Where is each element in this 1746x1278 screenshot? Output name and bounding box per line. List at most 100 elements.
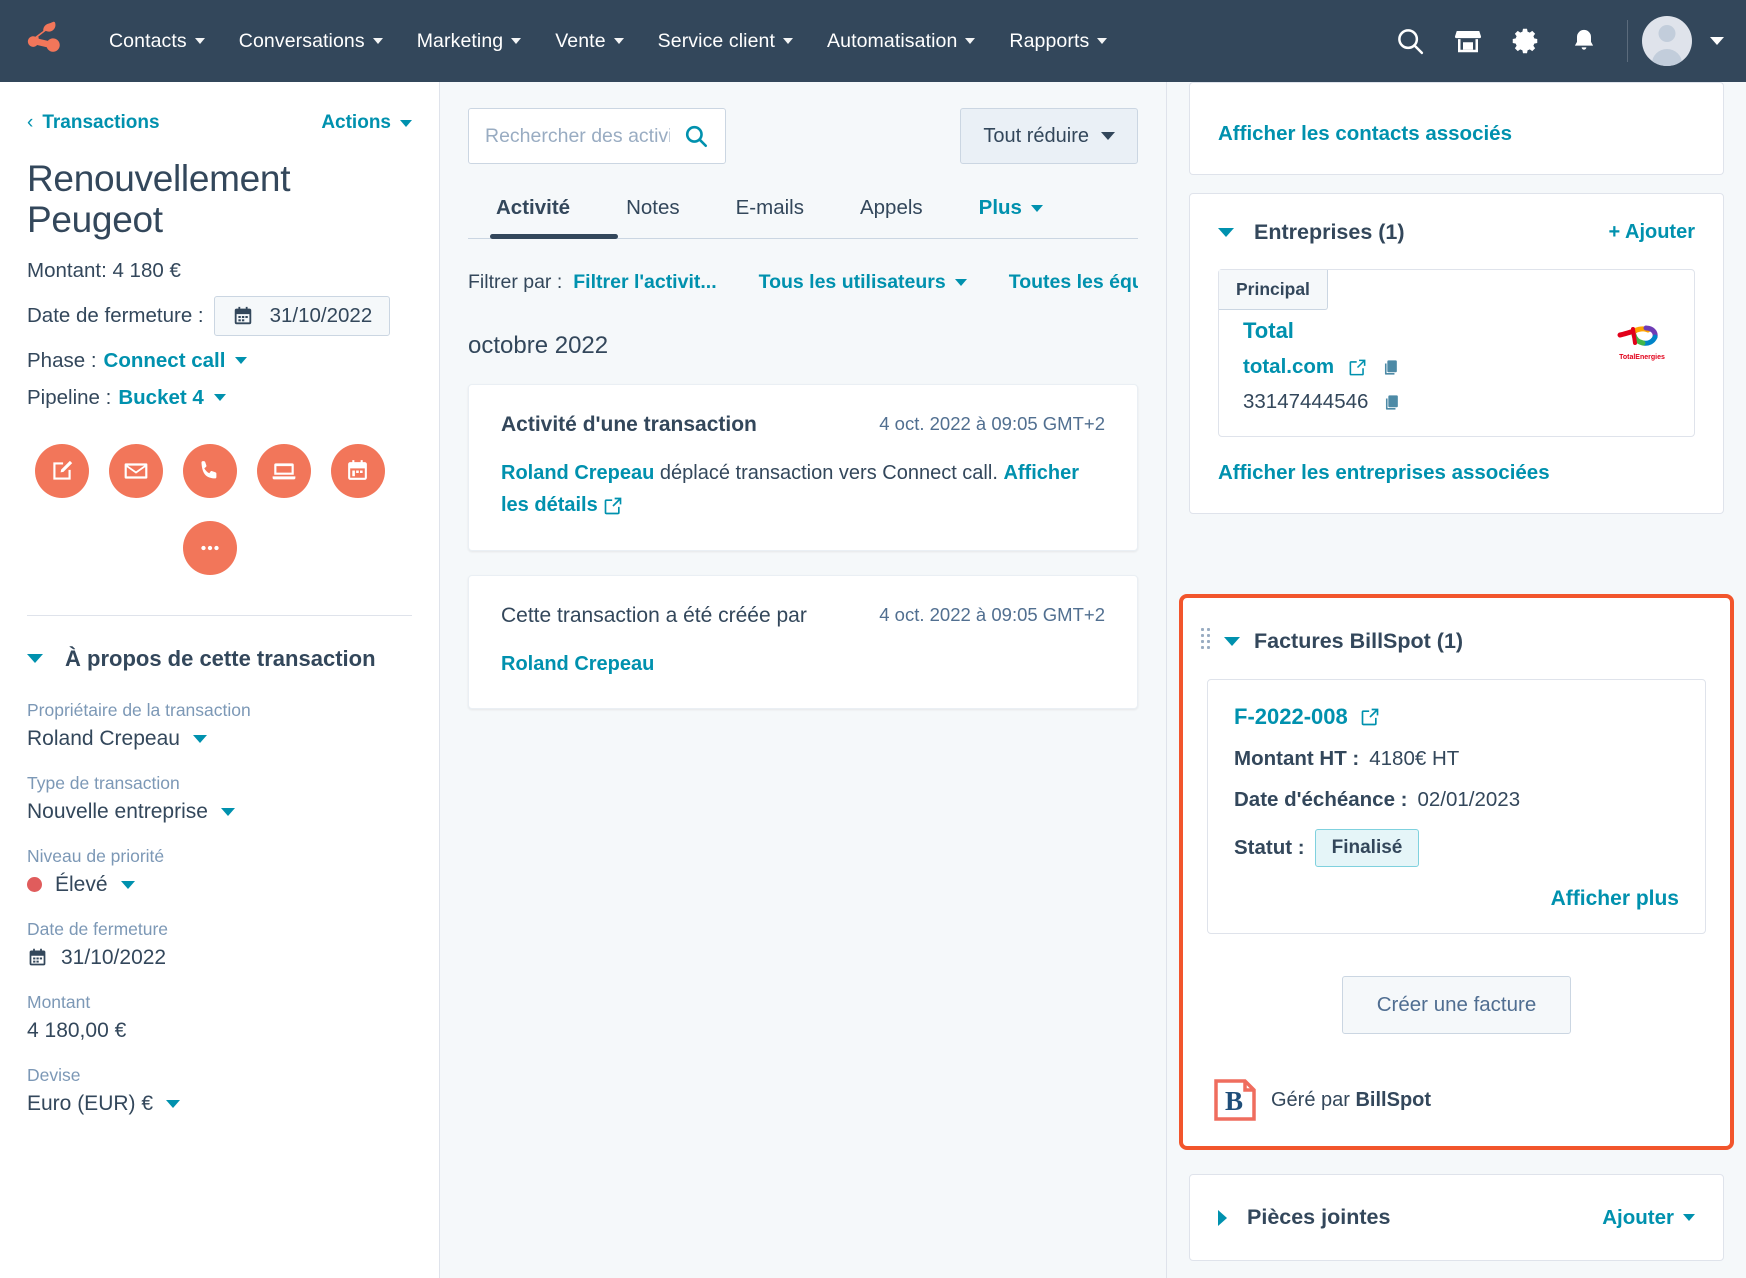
company-name-link[interactable]: Total [1243, 318, 1670, 344]
chevron-down-icon[interactable] [1224, 636, 1240, 646]
activity-card[interactable]: Activité d'une transaction 4 oct. 2022 à… [468, 384, 1138, 551]
nav-item-marketing[interactable]: Marketing [400, 24, 539, 59]
invoice-status-label: Statut : [1234, 836, 1305, 859]
copy-icon[interactable] [1382, 393, 1401, 412]
add-attachment-label: Ajouter [1602, 1205, 1674, 1229]
activity-body: Roland Crepeau déplacé transaction vers … [501, 457, 1105, 522]
tab-emails[interactable]: E-mails [708, 196, 832, 238]
field-label-currency: Devise [27, 1064, 81, 1085]
chevron-down-icon [613, 38, 624, 44]
add-company-label: + Ajouter [1608, 221, 1696, 243]
month-group-label: octobre 2022 [468, 332, 609, 359]
view-associated-contacts-link[interactable]: Afficher les contacts associés [1218, 122, 1512, 145]
billspot-header: Factures BillSpot (1) [1183, 598, 1730, 654]
nav-item-automatisation[interactable]: Automatisation [810, 24, 992, 59]
user-avatar[interactable] [1642, 16, 1692, 66]
field-value-deal-type[interactable]: Nouvelle entreprise [27, 800, 412, 824]
create-invoice-button[interactable]: Créer une facture [1341, 976, 1572, 1034]
copy-icon[interactable] [1381, 358, 1400, 377]
tab-appels[interactable]: Appels [832, 196, 951, 238]
tab-activite[interactable]: Activité [468, 196, 598, 238]
field-value-priority[interactable]: Élevé [27, 873, 412, 897]
quick-actions-row-2 [27, 520, 392, 575]
field-value-currency[interactable]: Euro (EUR) € [27, 1092, 412, 1116]
company-website-link[interactable]: total.com [1243, 355, 1334, 379]
activity-timestamp: 4 oct. 2022 à 09:05 GMT+2 [879, 603, 1105, 625]
company-details: TotalEnergies Total total.com 3314744454… [1219, 310, 1694, 414]
breadcrumb-transactions[interactable]: ‹ Transactions [27, 112, 160, 134]
phase-row: Phase : Connect call [27, 349, 412, 373]
quick-action-buttons [27, 443, 412, 575]
field-text: Élevé [55, 872, 108, 896]
search-activities-box[interactable] [468, 108, 726, 164]
chevron-down-icon [235, 357, 248, 365]
tab-plus-label: Plus [978, 196, 1022, 219]
priority-dot-icon [27, 877, 42, 893]
company-association-card: Principal TotalEnergies Total total.com … [1218, 269, 1695, 437]
add-attachment-button[interactable]: Ajouter [1602, 1206, 1695, 1230]
external-link-icon[interactable] [603, 496, 623, 516]
field-value-close-date[interactable]: 31/10/2022 [27, 946, 412, 970]
account-chevron-down-icon[interactable] [1710, 37, 1724, 45]
search-input[interactable] [485, 124, 670, 148]
invoice-reference: F-2022-008 [1234, 704, 1348, 729]
email-icon[interactable] [108, 443, 163, 498]
drag-handle-icon[interactable] [1201, 628, 1210, 654]
external-link-icon[interactable] [1348, 358, 1367, 377]
activity-actor-link[interactable]: Roland Crepeau [501, 462, 654, 484]
filter-all-users[interactable]: Tous les utilisateurs [759, 271, 967, 294]
view-associated-companies-link[interactable]: Afficher les entreprises associées [1218, 461, 1550, 484]
add-company-button[interactable]: + Ajouter [1609, 221, 1696, 244]
nav-item-service-client[interactable]: Service client [641, 24, 810, 59]
about-section-title: À propos de cette transaction [65, 645, 376, 671]
billspot-footer: B Géré par BillSpot [1183, 1034, 1730, 1122]
actions-dropdown[interactable]: Actions [321, 112, 412, 134]
search-icon[interactable] [683, 123, 709, 149]
notifications-bell-icon[interactable] [1555, 12, 1613, 70]
activity-card[interactable]: Cette transaction a été créée par 4 oct.… [468, 574, 1138, 710]
tab-plus[interactable]: Plus [951, 196, 1071, 238]
chevron-right-icon[interactable] [1218, 1209, 1227, 1226]
activity-actor-link[interactable]: Roland Crepeau [501, 653, 654, 675]
filter-activity-type[interactable]: Filtrer l'activit... [573, 271, 716, 294]
nav-item-vente[interactable]: Vente [538, 24, 640, 59]
settings-gear-icon[interactable] [1497, 12, 1555, 70]
invoice-show-more-row: Afficher plus [1234, 887, 1679, 911]
marketplace-icon[interactable] [1439, 12, 1497, 70]
field-text: 31/10/2022 [61, 945, 167, 969]
breadcrumb-label: Transactions [42, 112, 160, 133]
nav-item-conversations[interactable]: Conversations [222, 24, 400, 59]
close-date-field[interactable]: 31/10/2022 [213, 295, 391, 336]
attachments-title: Pièces jointes [1247, 1205, 1391, 1229]
calendar-icon [234, 306, 251, 325]
external-link-icon[interactable] [1360, 707, 1380, 727]
field-value-owner[interactable]: Roland Crepeau [27, 727, 412, 751]
filter-all-teams[interactable]: Toutes les équipes [1009, 271, 1138, 294]
phase-value-dropdown[interactable]: Connect call [104, 349, 248, 373]
about-section-toggle[interactable]: À propos de cette transaction [0, 616, 439, 672]
chevron-down-icon [192, 734, 207, 743]
hubspot-logo[interactable] [22, 19, 66, 63]
note-icon[interactable] [34, 443, 89, 498]
invoice-reference-link[interactable]: F-2022-008 [1234, 704, 1679, 730]
invoice-amount-value: 4180€ HT [1369, 747, 1460, 770]
activity-body: Roland Crepeau [501, 648, 1105, 680]
chevron-down-icon[interactable] [1218, 228, 1234, 237]
search-icon[interactable] [1381, 12, 1439, 70]
nav-item-contacts[interactable]: Contacts [92, 24, 222, 59]
show-more-link[interactable]: Afficher plus [1551, 887, 1679, 910]
tab-notes[interactable]: Notes [598, 196, 708, 238]
task-icon[interactable] [330, 443, 385, 498]
invoice-item: F-2022-008 Montant HT : 4180€ HT Date d'… [1207, 679, 1706, 934]
invoice-due-row: Date d'échéance : 02/01/2023 [1234, 788, 1679, 812]
invoice-due-label: Date d'échéance : [1234, 788, 1408, 811]
pipeline-value-dropdown[interactable]: Bucket 4 [118, 386, 226, 410]
field-value-amount[interactable]: 4 180,00 € [27, 1019, 412, 1043]
phone-icon[interactable] [182, 443, 237, 498]
collapse-all-button[interactable]: Tout réduire [960, 108, 1138, 164]
meeting-icon[interactable] [256, 443, 311, 498]
more-ellipsis-icon[interactable] [182, 520, 237, 575]
field-text: 4 180,00 € [27, 1018, 127, 1042]
nav-item-rapports[interactable]: Rapports [992, 24, 1124, 59]
calendar-icon [29, 949, 46, 966]
